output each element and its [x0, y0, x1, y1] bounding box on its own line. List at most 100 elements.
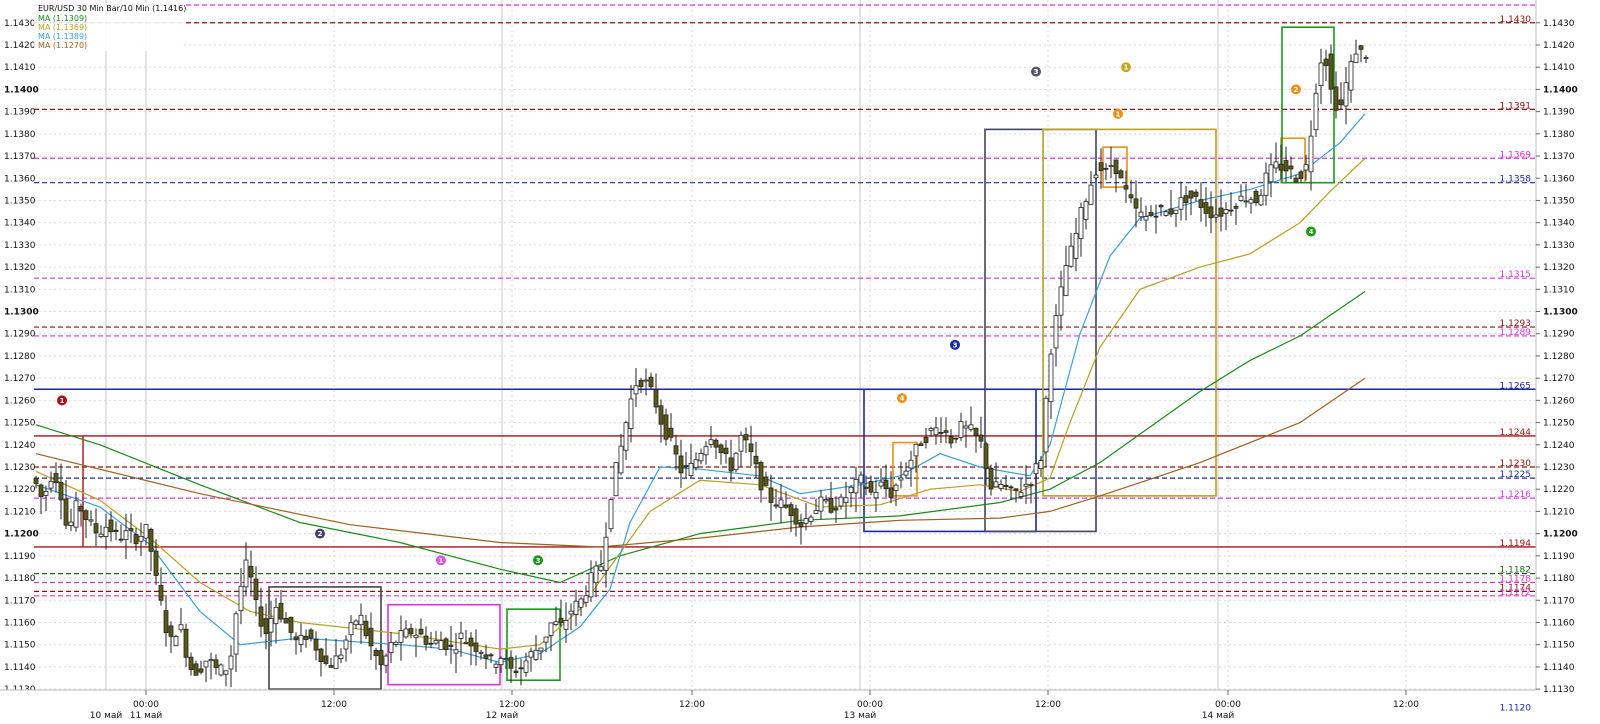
candle-body-up — [1058, 286, 1064, 316]
price-axis-label: 1.1300 — [1543, 308, 1578, 318]
candle-body-up — [1173, 209, 1179, 214]
candle-body-down — [163, 610, 169, 634]
candle-body-down — [558, 617, 564, 624]
candle-body-down — [258, 606, 264, 627]
candle-body-down — [213, 659, 219, 668]
candle-body-down — [1198, 199, 1204, 208]
price-axis-label-left: 1.1220 — [4, 485, 36, 495]
candle-body-up — [1028, 484, 1034, 486]
candle-body-up — [73, 500, 79, 528]
candle-body-down — [713, 439, 719, 448]
time-axis-panel[interactable] — [0, 690, 1536, 720]
candle-body-down — [443, 638, 449, 650]
candle-body-up — [733, 452, 739, 471]
price-axis-label-left: 1.1370 — [4, 152, 36, 162]
time-axis-label: 12:00 — [321, 700, 347, 710]
price-axis-label-left: 1.1180 — [4, 574, 36, 584]
candle-body-up — [353, 620, 359, 626]
candle-body-up — [388, 642, 394, 653]
candle-body-down — [1168, 208, 1174, 215]
candle-body-up — [1258, 194, 1264, 206]
candle-body-up — [88, 519, 94, 522]
candle-body-up — [583, 595, 589, 603]
candle-body-down — [973, 428, 979, 436]
time-axis-label: 13 май — [844, 711, 877, 720]
wave-marker-label: 3 — [953, 341, 958, 349]
price-axis-label-left: 1.1340 — [4, 219, 36, 229]
candle-body-up — [1223, 209, 1229, 214]
candle-body-up — [233, 613, 239, 655]
candle-body-up — [1093, 174, 1099, 179]
candle-body-up — [633, 385, 639, 395]
candle-body-down — [1208, 206, 1214, 218]
price-axis-label-left: 1.1400 — [4, 85, 39, 95]
candle-body-down — [923, 436, 929, 444]
candle-body-down — [193, 663, 199, 676]
wave-marker-label: 3 — [536, 557, 541, 565]
candle-body-down — [153, 550, 159, 576]
price-axis-label-left: 1.1350 — [4, 196, 36, 206]
candle-body-up — [103, 526, 109, 537]
candle-body-down — [868, 481, 874, 493]
candle-body-down — [423, 635, 429, 645]
candle-body-up — [333, 655, 339, 670]
candle-body-up — [588, 572, 594, 598]
price-axis-label-left: 1.1410 — [4, 63, 36, 73]
candle-body-up — [553, 621, 559, 625]
chart-background — [0, 0, 1600, 720]
candle-body-down — [288, 616, 294, 633]
candle-body-down — [678, 455, 684, 474]
candle-body-down — [1288, 165, 1294, 170]
price-axis-label-left: 1.1140 — [4, 663, 36, 673]
candle-body-down — [638, 380, 644, 387]
price-axis-label: 1.1180 — [1543, 574, 1575, 584]
candle-body-down — [518, 667, 524, 670]
candle-body-up — [603, 536, 609, 571]
candle-body-down — [918, 443, 924, 446]
price-axis-label: 1.1410 — [1543, 63, 1575, 73]
candle-body-up — [693, 459, 699, 469]
candle-body-up — [933, 427, 939, 436]
price-level-label: 1.1216 — [1500, 490, 1532, 500]
candle-body-down — [83, 510, 89, 521]
candle-body-up — [738, 434, 744, 452]
candle-body-down — [748, 443, 754, 452]
candle-body-up — [268, 618, 274, 633]
candle-body-down — [158, 585, 164, 601]
candle-body-down — [63, 498, 69, 526]
candle-body-up — [383, 655, 389, 666]
candle-body-down — [658, 405, 664, 425]
candle-body-up — [203, 660, 209, 668]
candle-body-up — [1023, 483, 1029, 487]
price-axis-label-left: 1.1390 — [4, 108, 36, 118]
candle-body-up — [598, 566, 604, 571]
candle-body-up — [843, 497, 849, 504]
candle-body-down — [263, 618, 269, 634]
candle-body-up — [503, 658, 509, 660]
candle-body-down — [128, 528, 134, 531]
legend-entry: MA (1.1270) — [38, 41, 87, 50]
candle-body-down — [1228, 209, 1234, 212]
candle-body-up — [853, 479, 859, 494]
candle-body-up — [493, 663, 499, 668]
candle-body-down — [1103, 167, 1109, 170]
candle-body-up — [208, 659, 214, 662]
wave-marker-label: 2 — [318, 530, 323, 538]
candle-body-up — [568, 610, 574, 615]
candle-body-down — [113, 529, 119, 532]
candle-body-down — [368, 627, 374, 647]
candle-body-up — [708, 439, 714, 445]
candle-body-up — [1078, 207, 1084, 240]
price-chart[interactable]: 1 2 1 3 4 3 3 1 1 2 4 1.1430 1.1420 1.1410 1.1400 1.13… — [0, 0, 1600, 721]
candle-body-down — [1278, 163, 1284, 171]
candle-body-up — [1343, 82, 1349, 107]
price-axis-label: 1.1370 — [1543, 152, 1575, 162]
candle-body-up — [463, 641, 469, 644]
candle-body-up — [433, 640, 439, 644]
price-axis-label-left: 1.1170 — [4, 596, 36, 606]
candle-body-up — [43, 490, 49, 496]
candle-body-up — [963, 425, 969, 429]
candle-body-up — [218, 664, 224, 676]
candle-body-up — [1063, 265, 1069, 297]
candle-body-down — [988, 468, 994, 490]
